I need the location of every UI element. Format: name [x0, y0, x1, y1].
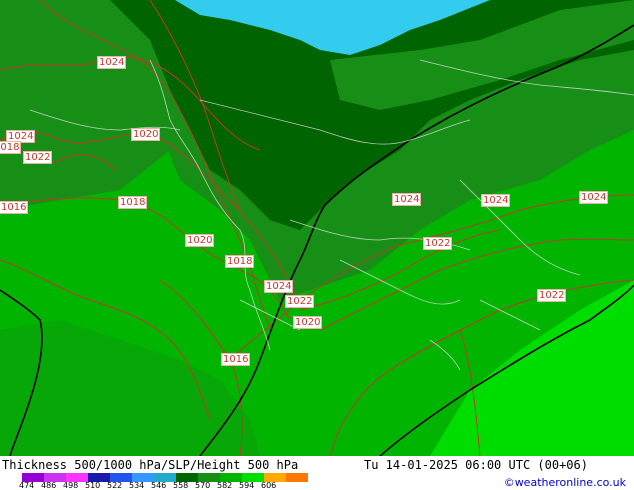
legend-tick-label: 606 [261, 481, 277, 490]
isobar-label: 1016 [221, 353, 251, 366]
isobar-label: 1022 [23, 151, 53, 164]
isobar-label: 1020 [293, 316, 323, 329]
isobar-label: 1024 [579, 191, 609, 204]
legend-tick-label: 522 [107, 481, 123, 490]
legend-tick-label: 582 [217, 481, 233, 490]
isobar-label: 1020 [185, 234, 215, 247]
isobar-label: 1022 [423, 237, 453, 250]
legend-tick-label: 510 [85, 481, 101, 490]
valid-time: Tu 14-01-2025 06:00 UTC (00+06) [364, 458, 588, 472]
isobar-label: 1022 [285, 295, 315, 308]
legend-tick-label: 534 [129, 481, 145, 490]
site-credit: ©weatheronline.co.uk [503, 476, 626, 489]
legend-swatch [286, 473, 308, 482]
isobar-label: 1018 [225, 255, 255, 268]
legend-tick-label: 594 [239, 481, 255, 490]
legend-tick-label: 546 [151, 481, 167, 490]
thickness-map-canvas [0, 0, 634, 456]
isobar-label: 1024 [264, 280, 294, 293]
isobar-label: 1024 [392, 193, 422, 206]
legend-tick-label: 558 [173, 481, 189, 490]
isobar-label: 1022 [537, 289, 567, 302]
isobar-label: 1016 [0, 201, 29, 214]
isobar-label: 1018 [0, 141, 22, 154]
legend-tick-label: 474 [19, 481, 35, 490]
weather-map: 1024 1024 1018 1022 1020 1016 1018 1020 … [0, 0, 634, 456]
legend-tick-label: 498 [63, 481, 79, 490]
product-title: Thickness 500/1000 hPa/SLP/Height 500 hP… [2, 458, 299, 472]
isobar-label: 1018 [118, 196, 148, 209]
isobar-label: 1024 [97, 56, 127, 69]
legend-tick-label: 486 [41, 481, 57, 490]
isobar-label: 1020 [131, 128, 161, 141]
isobar-label: 1024 [481, 194, 511, 207]
legend-tick-label: 570 [195, 481, 211, 490]
